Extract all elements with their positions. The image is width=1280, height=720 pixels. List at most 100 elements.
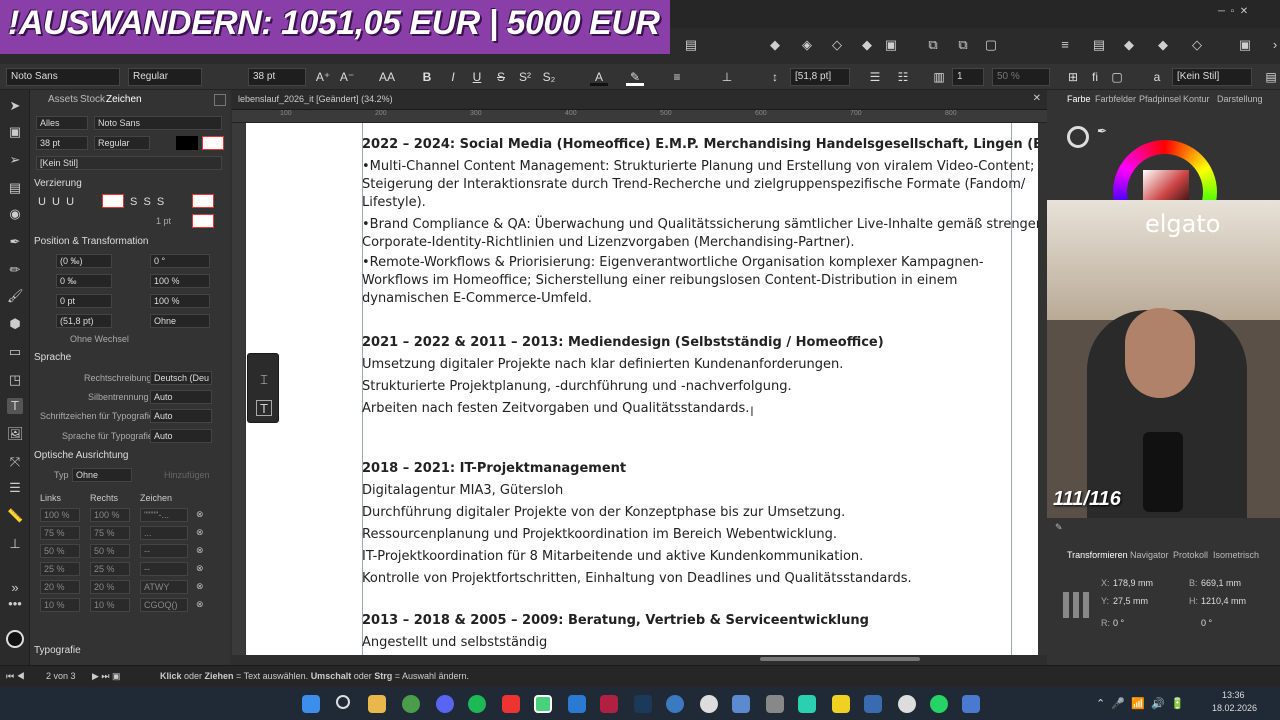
bold-icon[interactable]: B [418, 68, 436, 86]
optical-cell[interactable]: CGOQ() [140, 598, 188, 612]
arrange-back-icon[interactable]: ⧉ [956, 38, 970, 52]
optical-cell[interactable]: -- [140, 544, 188, 558]
shape-add-icon[interactable]: ◆ [768, 38, 782, 52]
chrome-icon[interactable] [402, 695, 420, 713]
section-typografie[interactable]: Typografie [34, 645, 81, 656]
font-scope-select[interactable]: Alles [36, 116, 88, 130]
boolean4-icon[interactable]: ▣ [1238, 38, 1252, 52]
doc-line[interactable]: •Remote-Workflows & Priorisierung: Eigen… [362, 255, 984, 270]
file-explorer-icon[interactable] [368, 695, 386, 713]
app-blue2-icon[interactable] [864, 695, 882, 713]
boolean3-icon[interactable]: ◇ [1190, 38, 1204, 52]
pen-tool-icon[interactable]: ✒ [7, 234, 23, 250]
tray-icons[interactable]: ⌃ 🎤 📶 🔊 🔋 [1096, 697, 1184, 710]
optical-cell[interactable]: 50 % [40, 544, 80, 558]
brush-tool-icon[interactable]: 🖌 [7, 288, 24, 304]
measure-tool-icon[interactable]: 📏 [7, 508, 23, 524]
boolean-icon[interactable]: ◆ [1122, 38, 1136, 52]
zoom-field[interactable]: 50 % [992, 68, 1050, 86]
remove-row-icon[interactable]: ⊗ [196, 509, 204, 520]
tab-stock[interactable]: Stock [80, 94, 105, 105]
optical-cell[interactable]: 75 % [90, 526, 130, 540]
caps-icon[interactable]: AA [376, 68, 398, 86]
fill-stroke-icon[interactable] [1067, 126, 1089, 148]
remove-row-icon[interactable]: ⊗ [196, 545, 204, 556]
typo-lang-select[interactable]: Auto [150, 429, 212, 443]
vscale-field[interactable]: 100 % [150, 294, 210, 308]
shape-divide-icon[interactable]: ▣ [884, 38, 898, 52]
optical-cell[interactable]: 75 % [40, 526, 80, 540]
char-para-style-select[interactable]: [Kein Stil] [36, 156, 222, 170]
first-page-icon[interactable]: ⏮ ◀ [6, 671, 25, 682]
clock-time[interactable]: 13:36 [1222, 690, 1245, 700]
section-sprache[interactable]: Sprache [34, 352, 71, 363]
tab-kontur[interactable]: Kontur [1183, 94, 1210, 104]
x-field[interactable]: 178,9 mm [1113, 578, 1153, 588]
arrange-front-icon[interactable]: ⧉ [926, 38, 940, 52]
panel-menu-icon[interactable] [214, 94, 226, 106]
skew-field[interactable]: 0 ° [150, 254, 210, 268]
deco-color-swatch[interactable] [102, 194, 124, 208]
char-font-select[interactable]: Noto Sans [94, 116, 222, 130]
char-stroke-swatch[interactable] [202, 136, 224, 150]
shape-tool-icon[interactable]: ◳ [7, 372, 23, 388]
optical-cell[interactable]: ... [140, 526, 188, 540]
remove-row-icon[interactable]: ⊗ [196, 563, 204, 574]
char-fill-swatch[interactable] [176, 136, 198, 150]
tab-transformieren[interactable]: Transformieren [1067, 550, 1128, 560]
artboard-tool-icon[interactable]: ▣ [7, 124, 23, 140]
transform-tool-icon[interactable]: ⤧ [7, 454, 23, 470]
affinity-publisher-icon[interactable] [600, 695, 618, 713]
text-frame-tool-icon[interactable]: T [256, 400, 272, 416]
deco-color2-swatch[interactable] [192, 194, 214, 208]
align-icon[interactable]: ▤ [684, 38, 698, 52]
doc-heading[interactable]: 2022 – 2024: Social Media (Homeoffice) E… [362, 137, 1038, 152]
tab-isometrisch[interactable]: Isometrisch [1213, 550, 1259, 560]
chatgpt-icon[interactable] [898, 695, 916, 713]
document-tab[interactable]: lebenslauf_2026_it [Geändert] (34.2%) ✕ [232, 90, 1047, 110]
app-blue-icon[interactable] [666, 695, 684, 713]
optical-cell[interactable]: 50 % [90, 544, 130, 558]
doc-line[interactable]: dynamischen E-Commerce-Umfeld. [362, 291, 592, 306]
font-size-field[interactable]: 38 pt [248, 68, 306, 86]
ligature-icon[interactable]: fi [1086, 68, 1104, 86]
char-style-select[interactable]: Regular [94, 136, 150, 150]
tab-navigator[interactable]: Navigator [1130, 550, 1169, 560]
sticky-notes-icon[interactable] [832, 695, 850, 713]
node-tool-icon[interactable]: ➢ [7, 152, 23, 168]
group-icon[interactable]: ▢ [984, 38, 998, 52]
flip-icon[interactable]: ▤ [1092, 38, 1106, 52]
space-field[interactable]: 0 pt [56, 294, 112, 308]
optical-cell[interactable]: -- [140, 562, 188, 576]
horizontal-scrollbar[interactable] [760, 657, 920, 661]
doc-line[interactable]: Arbeiten nach festen Zeitvorgaben und Qu… [362, 401, 749, 416]
y-field[interactable]: 27,5 mm [1113, 596, 1148, 606]
hscale-field[interactable]: 100 % [150, 274, 210, 288]
rotation-field[interactable]: 0 ° [1113, 618, 1124, 628]
columns-icon[interactable]: ▥ [930, 68, 948, 86]
tab-assets[interactable]: Assets [48, 94, 78, 105]
tab-farbe[interactable]: Farbe [1067, 94, 1091, 104]
windows-start-icon[interactable] [302, 695, 320, 713]
doc-line[interactable]: Kontrolle von Projektfortschritten, Einh… [362, 571, 912, 586]
vscode-icon[interactable] [568, 695, 586, 713]
discord-icon[interactable] [436, 695, 454, 713]
last-page-icon[interactable]: ▶ ⏭ ▣ [92, 671, 121, 682]
deco-color3-swatch[interactable] [192, 214, 214, 228]
baseline-grid-icon[interactable]: ⊞ [1064, 68, 1082, 86]
optical-cell[interactable]: """"'-... [140, 508, 188, 522]
char-size-field[interactable]: 38 pt [36, 136, 88, 150]
superscript-icon[interactable]: S² [516, 68, 534, 86]
tracking-field[interactable]: 1 [952, 68, 984, 86]
leading-field[interactable]: [51,8 pt] [790, 68, 850, 86]
subscript-icon[interactable]: S₂ [540, 68, 558, 86]
optical-cell[interactable]: 100 % [90, 508, 130, 522]
rectangle-tool-icon[interactable]: ▭ [7, 344, 23, 360]
remove-row-icon[interactable]: ⊗ [196, 527, 204, 538]
app-blue3-icon[interactable] [962, 695, 980, 713]
shape-intersect-icon[interactable]: ◇ [830, 38, 844, 52]
eyedropper-icon[interactable]: ✒ [1097, 124, 1107, 138]
spotify-icon[interactable] [468, 695, 486, 713]
char-style-icon[interactable]: a [1148, 68, 1166, 86]
text-tool-icon[interactable]: T [7, 398, 23, 414]
